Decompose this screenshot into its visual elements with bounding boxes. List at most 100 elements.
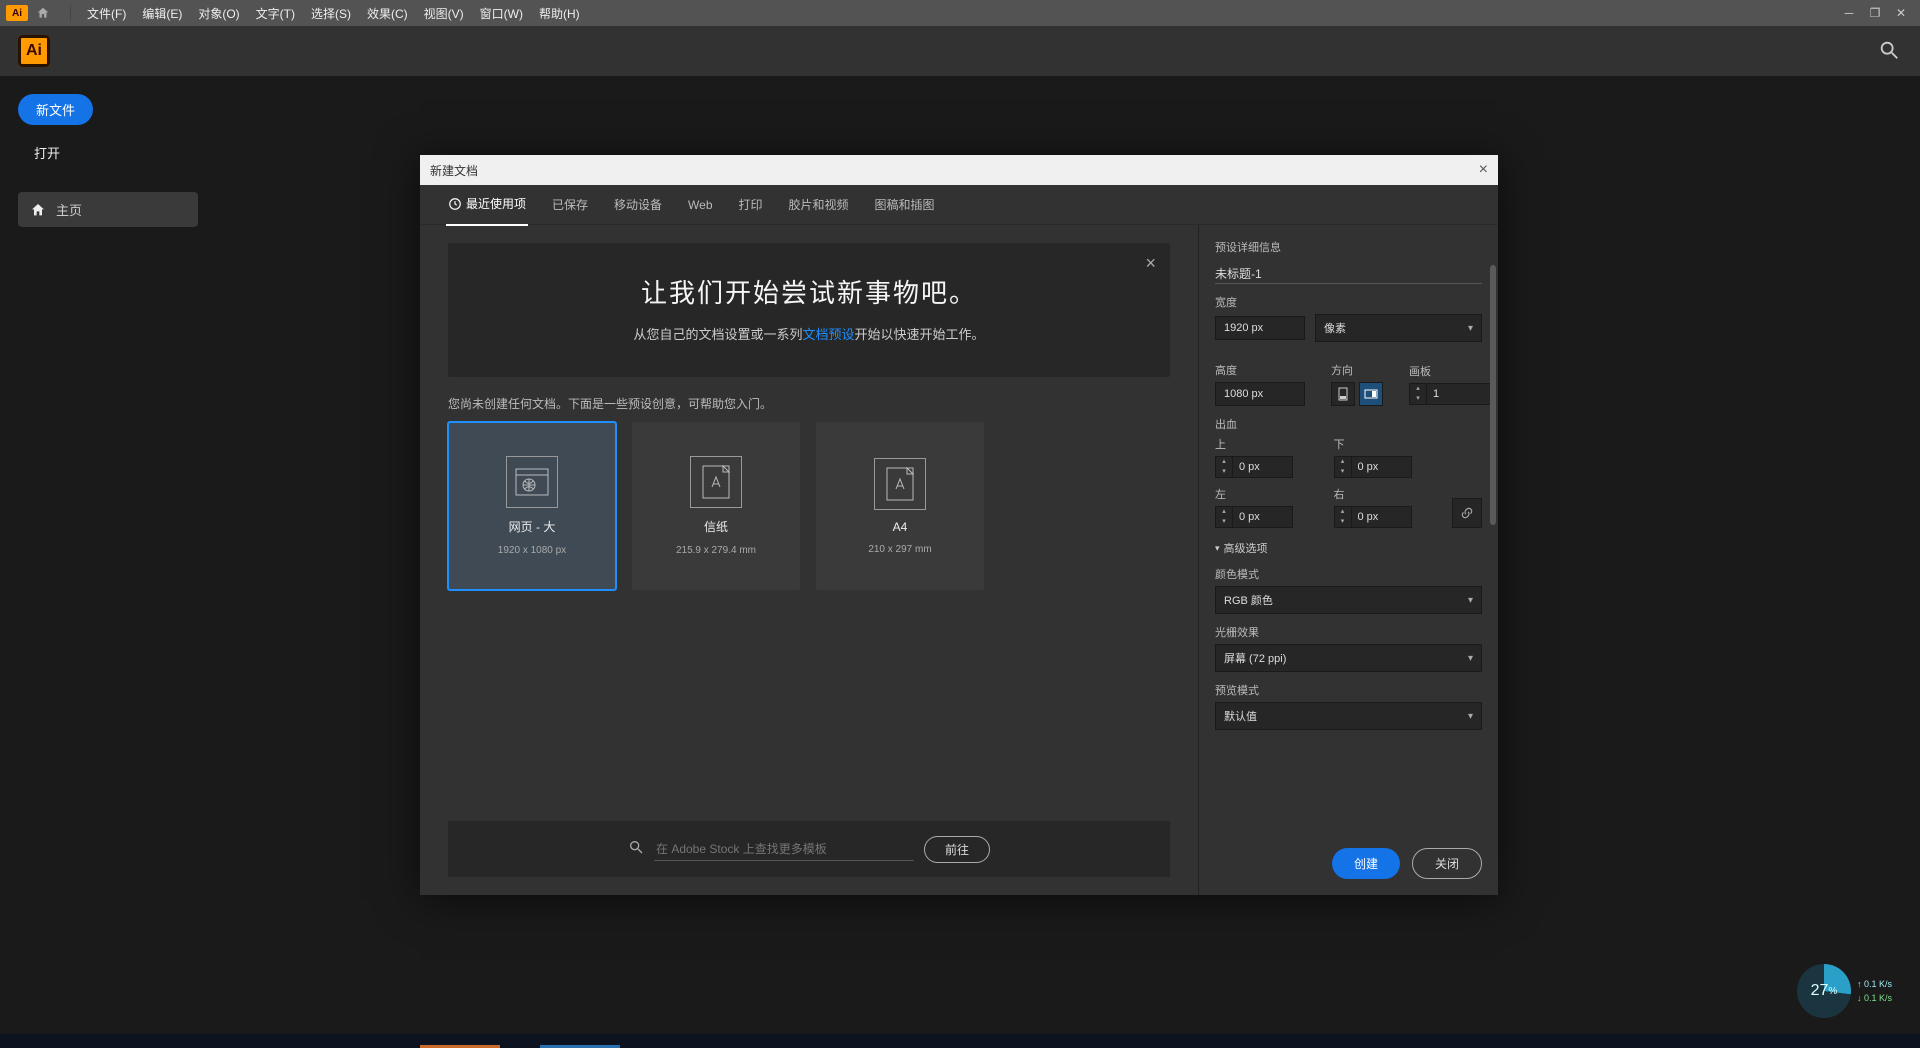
cpu-ring: 27% [1797,964,1851,1018]
tab-film[interactable]: 胶片和视频 [787,184,851,225]
orientation-landscape[interactable] [1359,382,1383,406]
bleed-left-label: 左 [1215,486,1320,502]
new-file-button[interactable]: 新文件 [18,94,93,125]
close-button[interactable]: 关闭 [1412,848,1482,879]
ai-logo: Ai [18,35,50,67]
hero-close-icon[interactable]: × [1145,253,1156,274]
orientation-label: 方向 [1331,362,1383,378]
tab-recent[interactable]: 最近使用项 [446,183,528,226]
bleed-bottom-stepper[interactable]: ▴▾ [1334,456,1439,478]
preview-select[interactable]: 默认值▾ [1215,702,1482,730]
preset-name: 网页 - 大 [509,518,556,535]
preset-web-large[interactable]: 网页 - 大 1920 x 1080 px [448,422,616,590]
chevron-down-icon: ▾ [1468,595,1473,606]
sidebar-home[interactable]: 主页 [18,192,198,227]
dialog-close-icon[interactable]: × [1479,161,1488,179]
menu-window[interactable]: 窗口(W) [472,5,531,22]
menu-view[interactable]: 视图(V) [416,5,472,22]
preset-details-panel: 预设详细信息 宽度 像素▾ 高度 方向 [1198,225,1498,895]
taskbar[interactable] [0,1034,1920,1048]
stock-search-bar: 前往 [448,821,1170,877]
search-icon [628,839,644,860]
scrollbar[interactable] [1490,265,1496,525]
left-sidebar: 新文件 打开 主页 [0,76,200,245]
width-input[interactable] [1215,316,1305,340]
bleed-left-stepper[interactable]: ▴▾ [1215,506,1320,528]
open-button[interactable]: 打开 [34,143,182,162]
menu-type[interactable]: 文字(T) [248,5,303,22]
dialog-tabs: 最近使用项 已保存 移动设备 Web 打印 胶片和视频 图稿和插图 [420,185,1498,225]
presets-hint: 您尚未创建任何文档。下面是一些预设创意，可帮助您入门。 [448,395,1170,412]
bleed-top-stepper[interactable]: ▴▾ [1215,456,1320,478]
preset-a4[interactable]: A4 210 x 297 mm [816,422,984,590]
tab-print[interactable]: 打印 [737,184,765,225]
menu-select[interactable]: 选择(S) [303,5,359,22]
height-label: 高度 [1215,362,1305,378]
chevron-down-icon: ▾ [1468,653,1473,664]
clock-icon [448,197,462,211]
doc-presets-link[interactable]: 文档预设 [802,327,854,342]
color-mode-label: 颜色模式 [1215,566,1482,582]
menu-help[interactable]: 帮助(H) [531,5,588,22]
preset-letter[interactable]: 信纸 215.9 x 279.4 mm [632,422,800,590]
window-restore-button[interactable]: ❐ [1862,6,1888,20]
search-icon[interactable] [1878,39,1902,63]
app-header: Ai [0,26,1920,76]
preset-name: 信纸 [704,518,728,535]
preset-dim: 210 x 297 mm [868,544,931,555]
bleed-right-label: 右 [1334,486,1439,502]
stock-go-button[interactable]: 前往 [924,836,990,863]
bleed-bottom-label: 下 [1334,436,1439,452]
raster-select[interactable]: 屏幕 (72 ppi)▾ [1215,644,1482,672]
sidebar-home-label: 主页 [56,200,82,219]
preview-label: 预览模式 [1215,682,1482,698]
menu-bar: Ai 文件(F) 编辑(E) 对象(O) 文字(T) 选择(S) 效果(C) 视… [0,0,1920,26]
home-icon[interactable] [34,5,52,21]
bleed-label: 出血 [1215,416,1482,432]
app-icon-small: Ai [6,5,28,21]
performance-widget: 27% ↑ 0.1 K/s ↓ 0.1 K/s [1797,964,1892,1018]
menu-effect[interactable]: 效果(C) [359,5,416,22]
details-header: 预设详细信息 [1215,239,1482,255]
stock-search-input[interactable] [654,838,914,861]
chevron-down-icon: ▾ [1468,711,1473,722]
divider [70,5,71,21]
tab-art[interactable]: 图稿和插图 [873,184,937,225]
bleed-link-button[interactable] [1452,498,1482,528]
dialog-left-panel: × 让我们开始尝试新事物吧。 从您自己的文档设置或一系列文档预设开始以快速开始工… [420,225,1198,895]
height-input[interactable] [1215,382,1305,406]
menu-object[interactable]: 对象(O) [190,5,247,22]
dialog-titlebar: 新建文档 × [420,155,1498,185]
preset-name: A4 [893,520,908,534]
advanced-toggle[interactable]: 高级选项 [1215,540,1482,556]
bleed-right-stepper[interactable]: ▴▾ [1334,506,1439,528]
network-stats: ↑ 0.1 K/s ↓ 0.1 K/s [1857,977,1892,1005]
menu-edit[interactable]: 编辑(E) [134,5,190,22]
color-mode-select[interactable]: RGB 颜色▾ [1215,586,1482,614]
chevron-down-icon: ▾ [1468,323,1473,334]
raster-label: 光栅效果 [1215,624,1482,640]
preset-dim: 215.9 x 279.4 mm [676,545,756,556]
create-button[interactable]: 创建 [1332,848,1400,879]
bleed-top-label: 上 [1215,436,1320,452]
document-name-input[interactable] [1215,263,1482,284]
new-document-dialog: 新建文档 × 最近使用项 已保存 移动设备 Web 打印 胶片和视频 图稿和插图… [420,155,1498,895]
hero-subtitle: 从您自己的文档设置或一系列文档预设开始以快速开始工作。 [488,324,1130,343]
hero-title: 让我们开始尝试新事物吧。 [488,273,1130,310]
dialog-title-text: 新建文档 [430,162,478,179]
artboard-stepper[interactable]: ▴▾ [1409,383,1493,405]
orientation-portrait[interactable] [1331,382,1355,406]
web-preset-icon [506,456,558,508]
window-close-button[interactable]: ✕ [1888,6,1914,20]
menu-file[interactable]: 文件(F) [79,5,134,22]
preset-dim: 1920 x 1080 px [498,545,566,556]
tab-mobile[interactable]: 移动设备 [612,184,664,225]
unit-select[interactable]: 像素▾ [1315,314,1482,342]
hero-box: × 让我们开始尝试新事物吧。 从您自己的文档设置或一系列文档预设开始以快速开始工… [448,243,1170,377]
letter-preset-icon [690,456,742,508]
window-minimize-button[interactable]: ─ [1836,6,1862,20]
tab-web[interactable]: Web [686,186,714,224]
artboard-label: 画板 [1409,363,1493,379]
preset-cards: 网页 - 大 1920 x 1080 px 信纸 215.9 x 279.4 m… [448,422,1170,590]
tab-saved[interactable]: 已保存 [550,184,590,225]
